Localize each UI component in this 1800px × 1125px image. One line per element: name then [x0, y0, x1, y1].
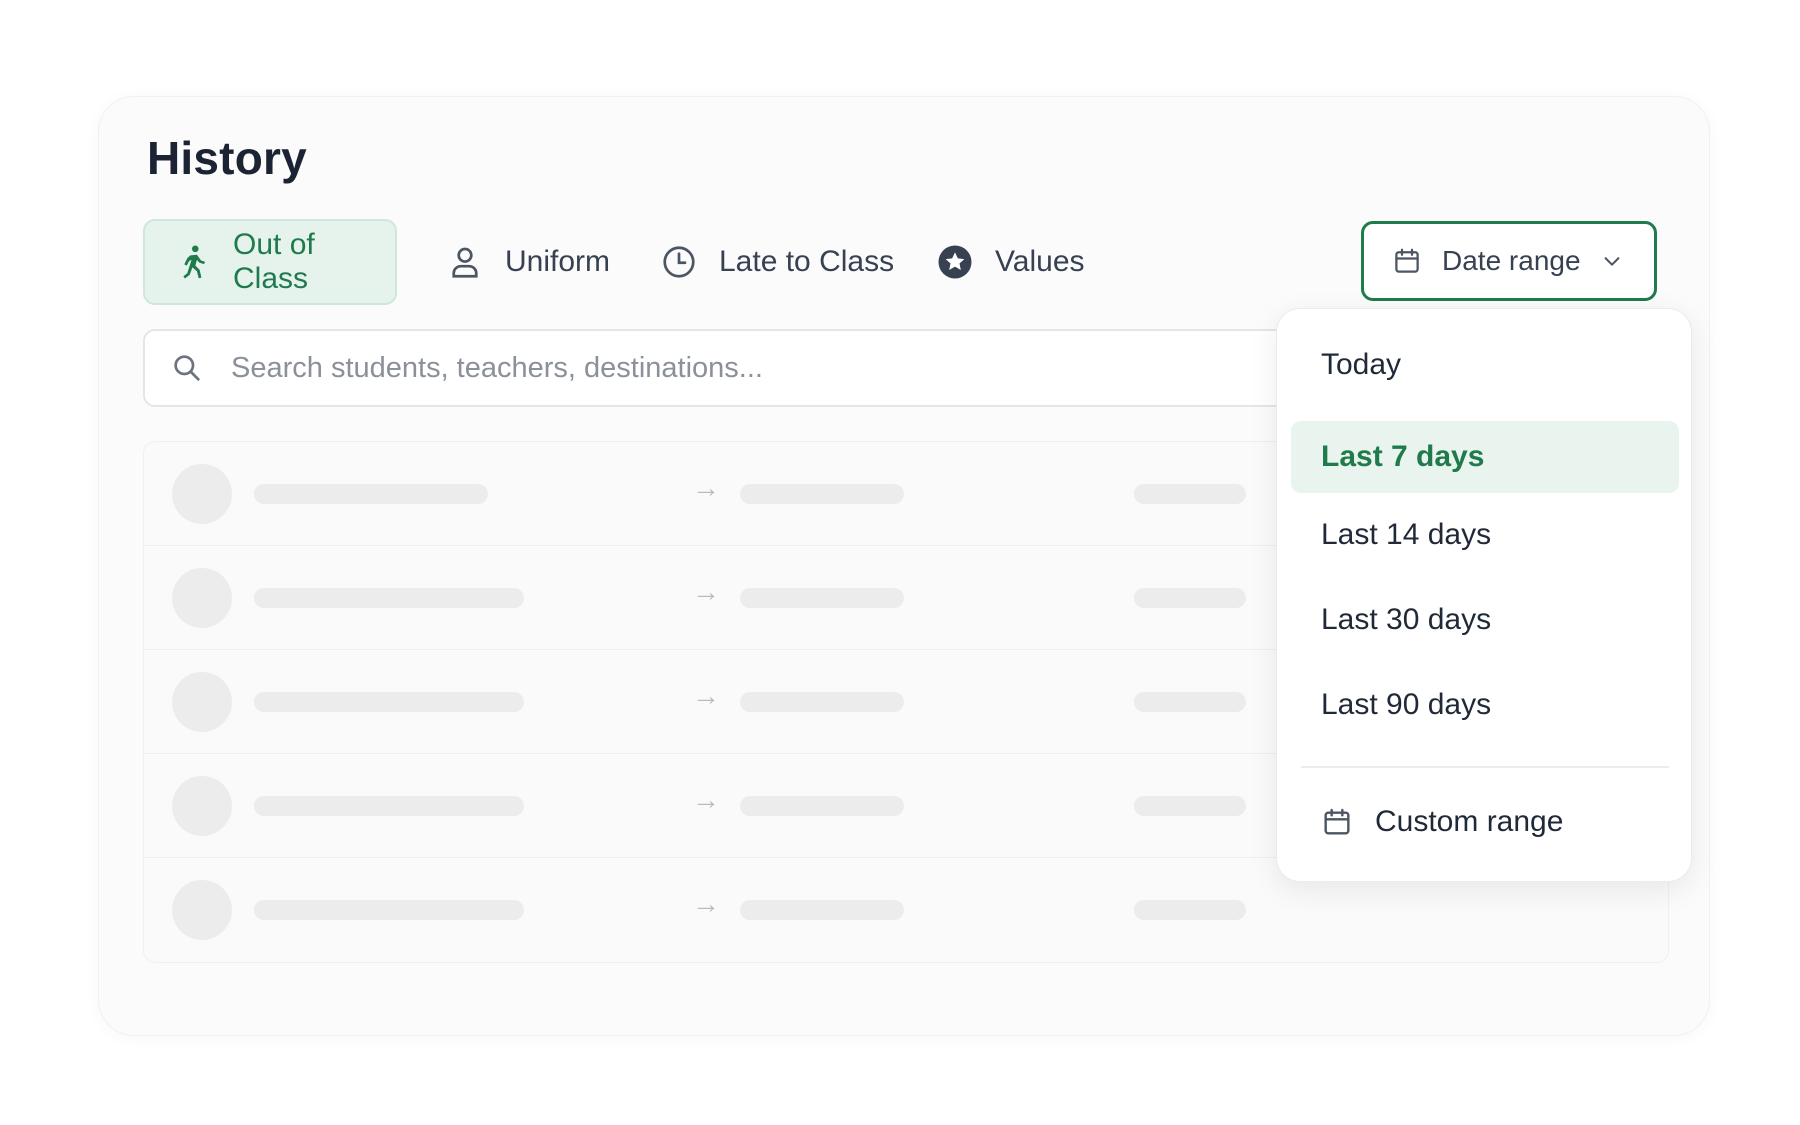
skeleton-time	[1134, 796, 1246, 816]
person-icon	[447, 244, 483, 280]
clock-icon	[661, 244, 697, 280]
skeleton-name	[254, 900, 524, 920]
menu-divider	[1301, 766, 1669, 768]
skeleton-destination	[740, 796, 904, 816]
date-range-button[interactable]: Date range	[1361, 221, 1657, 301]
tab-label: Values	[995, 245, 1085, 278]
arrow-right-icon: →	[692, 888, 720, 919]
arrow-right-icon: →	[692, 680, 720, 711]
skeleton-time	[1134, 588, 1246, 608]
star-icon	[937, 244, 973, 280]
menu-item-last-30-days[interactable]: Last 30 days	[1291, 584, 1679, 656]
page-title: History	[147, 132, 307, 184]
skeleton-avatar	[172, 568, 232, 628]
tab-values[interactable]: Values	[903, 219, 1119, 305]
tab-label: Out of Class	[233, 228, 315, 295]
custom-range-label: Custom range	[1375, 805, 1564, 838]
date-range-label: Date range	[1442, 245, 1581, 276]
menu-item-last-14-days[interactable]: Last 14 days	[1291, 499, 1679, 571]
calendar-icon	[1395, 248, 1419, 273]
chevron-down-icon	[1604, 257, 1619, 266]
tab-label: Uniform	[505, 245, 611, 278]
skeleton-avatar	[172, 776, 232, 836]
menu-item-last-7-days[interactable]: Last 7 days	[1291, 421, 1679, 493]
skeleton-time	[1134, 692, 1246, 712]
skeleton-avatar	[172, 880, 232, 940]
tab-out-of-class[interactable]: Out of Class	[143, 219, 397, 305]
arrow-right-icon: →	[692, 576, 720, 607]
menu-item-custom-range[interactable]: Custom range	[1291, 786, 1679, 858]
skeleton-avatar	[172, 464, 232, 524]
tab-label: Late to Class	[719, 245, 895, 278]
skeleton-name	[254, 796, 524, 816]
calendar-icon	[1324, 808, 1350, 835]
menu-item-last-90-days[interactable]: Last 90 days	[1291, 669, 1679, 741]
skeleton-avatar	[172, 672, 232, 732]
skeleton-time	[1134, 900, 1246, 920]
skeleton-time	[1134, 484, 1246, 504]
skeleton-name	[254, 484, 488, 504]
skeleton-destination	[740, 692, 904, 712]
skeleton-destination	[740, 900, 904, 920]
person-walking-icon	[175, 244, 211, 280]
arrow-right-icon: →	[692, 472, 720, 503]
tab-late-to-class[interactable]: Late to Class	[627, 219, 928, 305]
date-range-menu: Today Last 7 days Last 14 days Last 30 d…	[1276, 308, 1692, 882]
menu-item-today[interactable]: Today	[1291, 329, 1679, 401]
skeleton-destination	[740, 484, 904, 504]
search-icon	[174, 355, 200, 381]
search-input[interactable]	[231, 351, 1431, 385]
arrow-right-icon: →	[692, 784, 720, 815]
tab-uniform[interactable]: Uniform	[413, 219, 644, 305]
skeleton-destination	[740, 588, 904, 608]
skeleton-name	[254, 588, 524, 608]
category-tabs: Out of Class Uniform Late to Class Value…	[143, 219, 1243, 305]
skeleton-name	[254, 692, 524, 712]
